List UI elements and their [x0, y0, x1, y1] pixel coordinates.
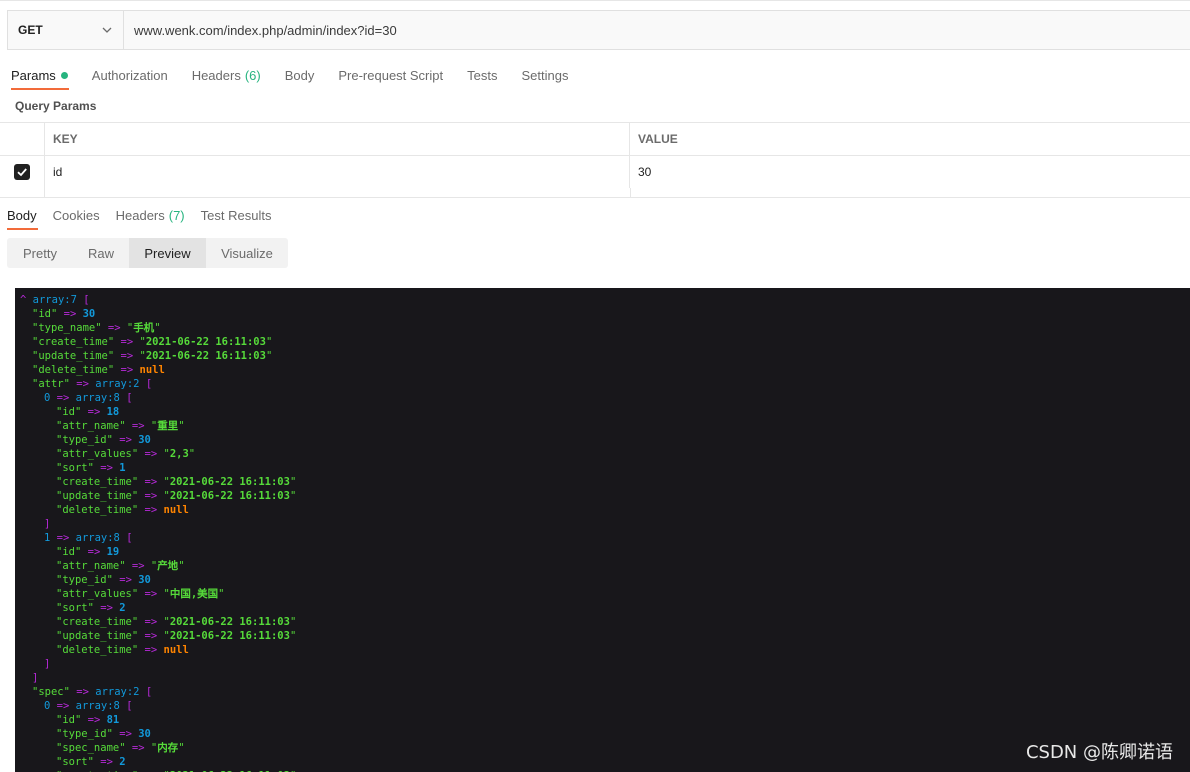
dump-line: "attr_name" => "产地" — [56, 560, 185, 572]
dump-line: "id" => 18 — [56, 406, 120, 418]
dump-line: "delete_time" => null — [56, 644, 189, 656]
tab-label: Headers — [191, 67, 241, 83]
tab-label: Params — [11, 67, 56, 83]
dump-line: "delete_time" => null — [32, 364, 165, 376]
tab-label: Body — [7, 207, 37, 223]
params-table: KEY VALUE id 30 — [0, 122, 1190, 198]
view-preview-button[interactable]: Preview — [129, 238, 206, 268]
dump-line: "spec" => array:2 [ — [32, 686, 153, 698]
dump-line: "update_time" => "2021-06-22 16:11:03" — [56, 630, 297, 642]
view-visualize-button[interactable]: Visualize — [206, 238, 288, 268]
dump-line: "attr_values" => "2,3" — [56, 448, 196, 460]
view-mode-toggle: Pretty Raw Preview Visualize — [7, 238, 288, 268]
tab-label: Cookies — [52, 207, 100, 223]
dump-line: "type_id" => 30 — [56, 728, 151, 740]
tab-label: Settings — [521, 67, 569, 83]
request-tabs: Params Authorization Headers (6) Body Pre-req… — [0, 60, 580, 90]
response-tab-test-results[interactable]: Test Results — [193, 200, 280, 230]
dump-line: "id" => 19 — [56, 546, 120, 558]
dump-line: "attr_values" => "中国,美国" — [56, 588, 225, 600]
param-checkbox[interactable] — [14, 164, 30, 180]
tab-count-badge: (6) — [244, 67, 261, 83]
tab-params[interactable]: Params — [0, 60, 80, 90]
request-bar: GET www.wenk.com/index.php/admin/index?i… — [7, 10, 1190, 50]
tab-headers[interactable]: Headers (6) — [180, 60, 273, 90]
dump-line: "attr" => array:2 [ — [32, 378, 153, 390]
dump-line: "sort" => 2 — [56, 756, 126, 768]
tab-label: Test Results — [200, 207, 272, 223]
response-tab-body[interactable]: Body — [0, 200, 45, 230]
tab-label: Headers — [115, 207, 165, 223]
dump-line: "type_name" => "手机" — [32, 322, 161, 334]
dump-line: "sort" => 2 — [56, 602, 126, 614]
dump-line: "delete_time" => null — [56, 504, 189, 516]
tab-body[interactable]: Body — [273, 60, 327, 90]
dump-line: "type_id" => 30 — [56, 434, 151, 446]
dump-line: "update_time" => "2021-06-22 16:11:03" — [56, 490, 297, 502]
dump-line: "update_time" => "2021-06-22 16:11:03" — [32, 350, 273, 362]
dump-line: ] — [44, 518, 51, 530]
tab-label: Pre-request Script — [338, 67, 444, 83]
dump-line: "id" => 81 — [56, 714, 120, 726]
dump-line: ^ array:7 [ — [20, 294, 90, 306]
response-tabs: Body Cookies Headers (7) Test Results — [0, 200, 279, 230]
tab-pre-request-script[interactable]: Pre-request Script — [326, 60, 455, 90]
param-key[interactable]: id — [45, 156, 630, 188]
dump-line: "create_time" => "2021-06-22 16:11:03" — [56, 616, 297, 628]
dump-line: "id" => 30 — [32, 308, 96, 320]
response-tab-cookies[interactable]: Cookies — [45, 200, 108, 230]
key-column-header: KEY — [45, 123, 630, 155]
chevron-down-icon — [102, 27, 112, 33]
url-input[interactable]: www.wenk.com/index.php/admin/index?id=30 — [124, 11, 1190, 49]
tab-tests[interactable]: Tests — [455, 60, 509, 90]
view-pretty-button[interactable]: Pretty — [7, 238, 73, 268]
empty-param-row[interactable] — [0, 188, 1190, 198]
query-params-title: Query Params — [15, 99, 97, 113]
dump-line: "create_time" => "2021-06-22 16:11:03" — [32, 336, 273, 348]
dump-line: "type_id" => 30 — [56, 574, 151, 586]
tab-count-badge: (7) — [168, 207, 185, 223]
tab-authorization[interactable]: Authorization — [80, 60, 180, 90]
check-icon — [17, 168, 27, 177]
view-raw-button[interactable]: Raw — [73, 238, 129, 268]
tab-settings[interactable]: Settings — [509, 60, 580, 90]
tab-label: Authorization — [91, 67, 168, 83]
value-column-header: VALUE — [638, 132, 678, 146]
response-tab-headers[interactable]: Headers (7) — [108, 200, 193, 230]
dump-line: "create_time" => "2021-06-22 16:11:03" — [56, 476, 297, 488]
dump-line: 0 => array:8 [ — [44, 700, 133, 712]
dump-line: 1 => array:8 [ — [44, 532, 133, 544]
param-value[interactable]: 30 — [630, 156, 1190, 188]
top-divider — [0, 0, 1190, 1]
status-dot-icon — [60, 71, 68, 79]
dump-line: ] — [44, 658, 51, 670]
method-label: GET — [18, 23, 43, 37]
dump-line: ] — [32, 672, 39, 684]
method-select[interactable]: GET — [8, 11, 124, 49]
dump-line: "sort" => 1 — [56, 462, 126, 474]
response-preview: ^ array:7 [ "id" => 30 "type_name" => "手机"… — [15, 288, 1190, 772]
tab-label: Body — [284, 67, 315, 83]
tab-label: Tests — [467, 67, 498, 83]
dump-line: 0 => array:8 [ — [44, 392, 133, 404]
dump-line: "attr_name" => "重里" — [56, 420, 185, 432]
params-header-row: KEY VALUE — [0, 122, 1190, 155]
table-row: id 30 — [0, 155, 1190, 188]
watermark: CSDN @陈卿诺语 — [1025, 742, 1173, 763]
dump-line: "spec_name" => "内存" — [56, 742, 185, 754]
